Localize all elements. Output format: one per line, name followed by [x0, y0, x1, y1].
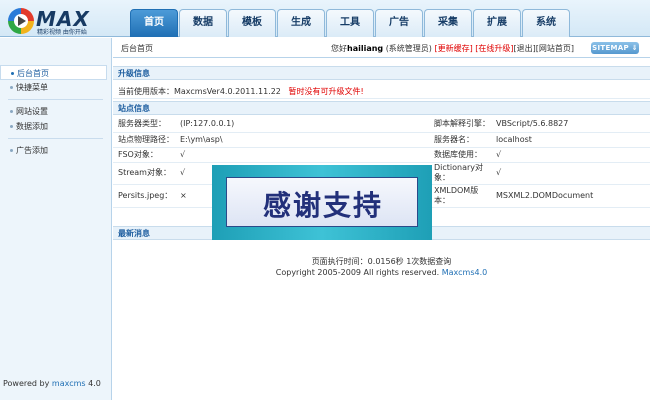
script-engine-label: 脚本解释引擎：: [429, 117, 491, 133]
xmldom-label: XMLDOM版本：: [429, 184, 491, 208]
tab-system[interactable]: 系统: [522, 9, 570, 37]
sidebar-item-quick-menu[interactable]: 快捷菜单: [0, 80, 111, 95]
thanks-banner: 感谢支持: [212, 165, 432, 240]
breadcrumb-bar: 后台首页 您好hailiang (系统管理员) [更新缓存] [在线升级][退出…: [113, 38, 650, 58]
sidebar: 后台首页 快捷菜单 网站设置 数据添加 广告添加 Powered by maxc…: [0, 38, 112, 400]
top-header: MAX 精彩视频 由你开始 首页 数据 模板 生成 工具 广告 采集 扩展 系统: [0, 0, 650, 37]
user-status: 您好hailiang (系统管理员) [更新缓存] [在线升级][退出][网站首…: [331, 43, 574, 54]
table-row: 站点物理路径： E:\ym\asp\ 服务器名： localhost: [113, 132, 650, 148]
dictionary-check-icon: √: [491, 162, 650, 185]
sidebar-item-add-ad[interactable]: 广告添加: [0, 143, 111, 158]
upgrade-info-heading: 升级信息: [113, 66, 650, 80]
banner-panel: 感谢支持: [226, 177, 418, 227]
upgrade-status: 暂时没有可升级文件!: [288, 87, 364, 96]
table-row: FSO对象： √ 数据库使用： √: [113, 147, 650, 163]
script-engine-value: VBScript/5.6.8827: [491, 117, 650, 133]
main-nav: 首页 数据 模板 生成 工具 广告 采集 扩展 系统: [130, 9, 571, 37]
username: hailiang: [347, 44, 384, 53]
update-cache-link[interactable]: [更新缓存]: [434, 44, 472, 53]
maxcms-logo[interactable]: MAX 精彩视频 由你开始: [8, 7, 98, 36]
user-role: (系统管理员): [385, 44, 432, 53]
play-icon: [18, 16, 26, 26]
physical-path-value: E:\ym\asp\: [175, 132, 429, 148]
powered-by-brand-link[interactable]: maxcms: [52, 379, 86, 388]
sidebar-item-site-settings[interactable]: 网站设置: [0, 104, 111, 119]
database-label: 数据库使用：: [429, 147, 491, 163]
tab-templates[interactable]: 模板: [228, 9, 276, 37]
server-type-label: 服务器类型：: [113, 117, 175, 133]
tab-tools[interactable]: 工具: [326, 9, 374, 37]
sidebar-menu: 后台首页 快捷菜单 网站设置 数据添加 广告添加: [0, 65, 111, 158]
tab-home[interactable]: 首页: [130, 9, 178, 37]
server-name-label: 服务器名：: [429, 132, 491, 148]
tab-data[interactable]: 数据: [179, 9, 227, 37]
exec-time: 页面执行时间：0.0156秒 1次数据查询: [311, 257, 452, 266]
powered-by-version: 4.0: [85, 379, 101, 388]
fso-label: FSO对象：: [113, 147, 175, 163]
logout-link[interactable]: [退出]: [514, 44, 536, 53]
current-version-label: 当前使用版本：: [118, 87, 174, 96]
dictionary-label: Dictionary对象：: [429, 162, 491, 185]
table-row: 服务器类型： (IP:127.0.0.1) 脚本解释引擎： VBScript/5…: [113, 117, 650, 133]
database-check-icon: √: [491, 147, 650, 163]
logo-slogan: 精彩视频 由你开始: [37, 29, 87, 36]
copyright: Copyright 2005-2009 All rights reserved.: [275, 268, 442, 277]
sitemap-button[interactable]: SITEMAP ⇓: [591, 42, 639, 54]
site-info-heading: 站点信息: [113, 101, 650, 115]
fso-check-icon: √: [175, 147, 429, 163]
tab-extend[interactable]: 扩展: [473, 9, 521, 37]
copyright-line: Copyright 2005-2009 All rights reserved.…: [113, 267, 650, 278]
breadcrumb: 后台首页: [121, 44, 153, 53]
greeting: 您好: [331, 44, 347, 53]
stream-label: Stream对象：: [113, 162, 175, 185]
sidebar-item-add-data[interactable]: 数据添加: [0, 119, 111, 134]
site-home-link[interactable]: [网站首页]: [536, 44, 574, 53]
server-name-value: localhost: [491, 132, 650, 148]
sidebar-divider: [8, 99, 103, 100]
footer-brand-link[interactable]: Maxcms4.0: [442, 268, 487, 277]
powered-by: Powered by maxcms 4.0: [3, 379, 101, 388]
online-upgrade-link[interactable]: [在线升级]: [475, 44, 513, 53]
tab-collect[interactable]: 采集: [424, 9, 472, 37]
current-version-value: MaxcmsVer4.0.2011.11.22: [174, 87, 281, 96]
banner-text: 感谢支持: [262, 189, 383, 222]
sidebar-item-admin-home[interactable]: 后台首页: [0, 65, 107, 80]
footer: 页面执行时间：0.0156秒 1次数据查询 Copyright 2005-200…: [113, 256, 650, 278]
current-version-line: 当前使用版本：MaxcmsVer4.0.2011.11.22 暂时没有可升级文件…: [113, 85, 650, 99]
tab-ads[interactable]: 广告: [375, 9, 423, 37]
sidebar-divider: [8, 138, 103, 139]
powered-by-prefix: Powered by: [3, 379, 52, 388]
persits-jpeg-label: Persits.jpeg：: [113, 184, 175, 208]
tab-generate[interactable]: 生成: [277, 9, 325, 37]
server-type-value: (IP:127.0.0.1): [175, 117, 429, 133]
xmldom-value: MSXML2.DOMDocument: [491, 184, 650, 208]
physical-path-label: 站点物理路径：: [113, 132, 175, 148]
